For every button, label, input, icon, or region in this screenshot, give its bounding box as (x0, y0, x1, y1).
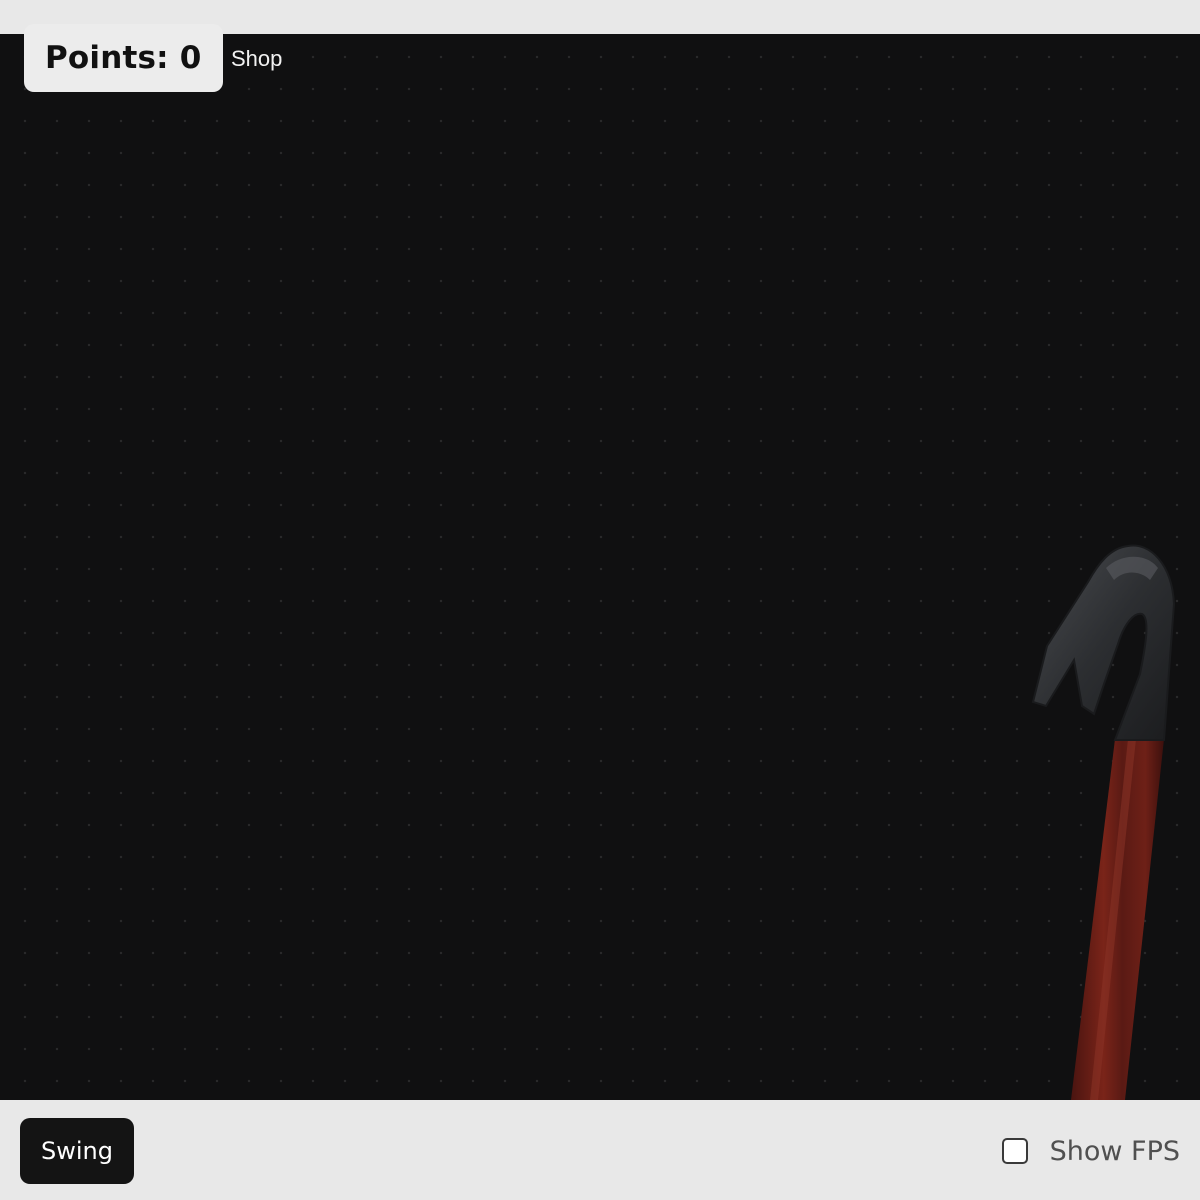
crowbar (1031, 544, 1176, 1100)
points-label: Points: 0 (45, 40, 202, 76)
crowbar-handle (1071, 739, 1164, 1100)
show-fps-toggle[interactable]: Show FPS (1001, 1133, 1180, 1169)
crowbar-scene (1031, 544, 1176, 1100)
show-fps-label[interactable]: Show FPS (1050, 1136, 1180, 1167)
points-display: Points: 0 (24, 24, 223, 92)
swing-button[interactable]: Swing (20, 1118, 134, 1184)
show-fps-checkbox[interactable] (1001, 1138, 1028, 1164)
shop-link[interactable]: Shop (231, 44, 282, 74)
game-viewport[interactable] (0, 34, 1200, 1100)
bottom-controls-bar: Swing Show FPS (0, 1100, 1200, 1200)
